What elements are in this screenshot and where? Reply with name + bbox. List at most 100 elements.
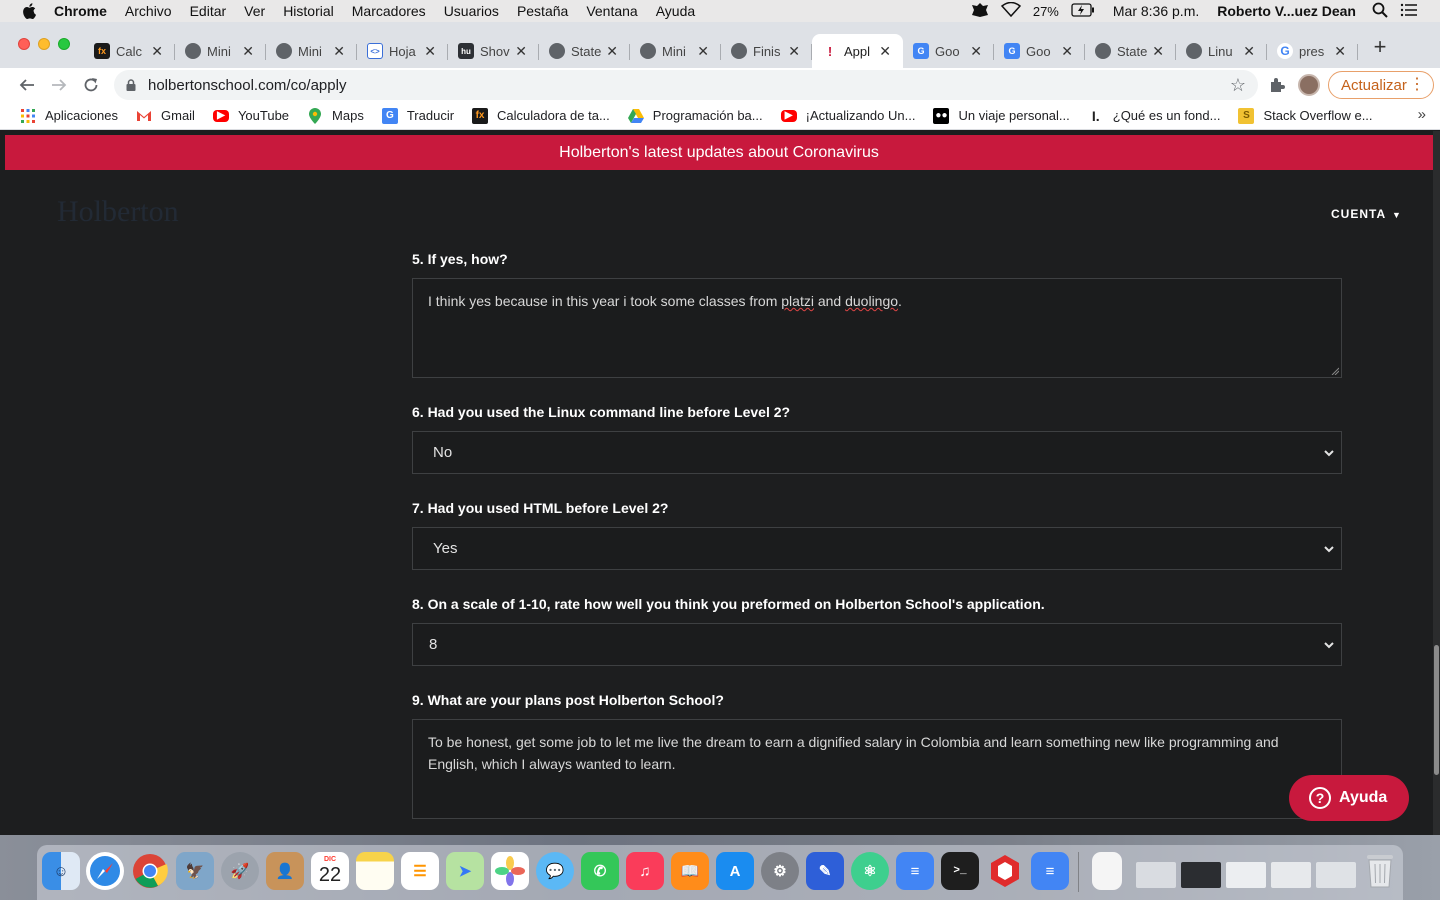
back-button[interactable] — [16, 74, 38, 96]
trash-icon[interactable] — [1361, 852, 1399, 890]
account-menu[interactable]: CUENTA ▼ — [1331, 207, 1402, 221]
resize-handle-icon[interactable] — [1331, 367, 1339, 375]
profile-avatar[interactable] — [1298, 74, 1320, 96]
address-bar[interactable]: holbertonschool.com/co/apply ☆ — [114, 70, 1258, 100]
close-tab-icon[interactable]: ✕ — [424, 43, 436, 60]
status-app-icon[interactable] — [971, 2, 989, 21]
tab-shov[interactable]: hu Shov ✕ — [448, 36, 539, 66]
menu-usuarios[interactable]: Usuarios — [444, 3, 499, 19]
tab-state-1[interactable]: State ✕ — [539, 36, 630, 66]
menu-pestana[interactable]: Pestaña — [517, 3, 568, 19]
update-chrome-button[interactable]: Actualizar ⋮ — [1328, 71, 1434, 99]
google-docs-icon-2[interactable]: ≡ — [1031, 852, 1069, 890]
q7-select[interactable]: Yes — [412, 527, 1342, 570]
close-tab-icon[interactable]: ✕ — [333, 43, 345, 60]
calendar-icon[interactable]: DIC 22 — [311, 852, 349, 890]
menu-historial[interactable]: Historial — [283, 3, 334, 19]
screenshot-thumbnail-5[interactable] — [1316, 862, 1356, 888]
battery-icon[interactable] — [1071, 2, 1095, 20]
window-minimize-button[interactable] — [38, 38, 50, 50]
bookmark-gmail[interactable]: Gmail — [136, 108, 195, 124]
close-tab-icon[interactable]: ✕ — [1152, 43, 1164, 60]
menu-app-name[interactable]: Chrome — [54, 3, 107, 19]
google-docs-icon[interactable]: ≡ — [896, 852, 934, 890]
close-tab-icon[interactable]: ✕ — [1243, 43, 1255, 60]
facetime-icon[interactable]: ✆ — [581, 852, 619, 890]
tab-apply[interactable]: ǃ Appl ✕ — [812, 34, 903, 68]
close-tab-icon[interactable]: ✕ — [970, 43, 982, 60]
screenshot-thumbnail-3[interactable] — [1226, 862, 1266, 888]
q6-select[interactable]: No — [412, 431, 1342, 474]
q9-textarea[interactable]: To be honest, get some job to let me liv… — [412, 719, 1342, 819]
tab-goo-2[interactable]: G Goo ✕ — [994, 36, 1085, 66]
close-tab-icon[interactable]: ✕ — [1334, 43, 1346, 60]
preview-icon[interactable]: 🦅 — [176, 852, 214, 890]
photos-icon[interactable] — [491, 852, 529, 890]
notes-icon[interactable] — [356, 852, 394, 890]
system-preferences-icon[interactable]: ⚙ — [761, 852, 799, 890]
bookmark-calculadora[interactable]: fx Calculadora de ta... — [472, 107, 610, 124]
q5-textarea[interactable]: I think yes because in this year i took … — [412, 278, 1342, 378]
menu-ayuda[interactable]: Ayuda — [656, 3, 695, 19]
site-logo[interactable]: Holberton — [57, 195, 179, 229]
menu-marcadores[interactable]: Marcadores — [352, 3, 426, 19]
messages-icon[interactable]: 💬 — [536, 852, 574, 890]
menu-user[interactable]: Roberto V...uez Dean — [1217, 3, 1356, 19]
bookmark-actualizando[interactable]: ▶ ¡Actualizando Un... — [780, 108, 915, 123]
menu-clock[interactable]: Mar 8:36 p.m. — [1113, 3, 1199, 19]
launchpad-icon[interactable]: 🚀 — [221, 852, 259, 890]
tab-linu[interactable]: Linu ✕ — [1176, 36, 1267, 66]
atom-icon[interactable]: ⚛ — [851, 852, 889, 890]
tab-finis[interactable]: Finis ✕ — [721, 36, 812, 66]
close-tab-icon[interactable]: ✕ — [788, 43, 800, 60]
music-icon[interactable]: ♫ — [626, 852, 664, 890]
chrome-icon[interactable] — [131, 852, 169, 890]
app-store-icon[interactable]: A — [716, 852, 754, 890]
document-icon[interactable] — [1092, 852, 1122, 890]
more-vert-icon[interactable]: ⋮ — [1409, 76, 1425, 94]
close-tab-icon[interactable]: ✕ — [1061, 43, 1073, 60]
tab-calc[interactable]: fx Calc ✕ — [84, 36, 175, 66]
bookmark-programacion[interactable]: Programación ba... — [627, 108, 763, 124]
coronavirus-banner[interactable]: Holberton's latest updates about Coronav… — [5, 135, 1433, 170]
control-center-icon[interactable] — [1400, 3, 1418, 20]
finder-icon[interactable]: ☺ — [42, 852, 80, 890]
safari-icon[interactable] — [86, 852, 124, 890]
reminders-icon[interactable]: ☰ — [401, 852, 439, 890]
close-tab-icon[interactable]: ✕ — [242, 43, 254, 60]
bookmark-fondo[interactable]: I. ¿Qué es un fond... — [1088, 108, 1221, 124]
bookmark-star-icon[interactable]: ☆ — [1230, 75, 1246, 96]
extensions-puzzle-icon[interactable] — [1268, 76, 1286, 94]
tab-pres[interactable]: Gpres ✕ — [1267, 36, 1358, 66]
menu-ventana[interactable]: Ventana — [586, 3, 637, 19]
menu-editar[interactable]: Editar — [190, 3, 227, 19]
forward-button[interactable] — [48, 74, 70, 96]
spotlight-search-icon[interactable] — [1372, 2, 1388, 21]
tab-mini-3[interactable]: Mini ✕ — [630, 36, 721, 66]
xcode-instruments-icon[interactable]: ✎ — [806, 852, 844, 890]
screenshot-thumbnail-2[interactable] — [1181, 862, 1221, 888]
tab-hoja[interactable]: <> Hoja ✕ — [357, 36, 448, 66]
bookmark-aplicaciones[interactable]: Aplicaciones — [20, 108, 118, 124]
page-scrollbar[interactable] — [1433, 131, 1440, 835]
close-tab-icon[interactable]: ✕ — [606, 43, 618, 60]
maps-app-icon[interactable]: ➤ — [446, 852, 484, 890]
red-hexagon-app-icon[interactable] — [986, 852, 1024, 890]
apple-menu-icon[interactable] — [20, 3, 38, 19]
window-close-button[interactable] — [18, 38, 30, 50]
close-tab-icon[interactable]: ✕ — [879, 43, 891, 60]
bookmark-stackoverflow[interactable]: S Stack Overflow e... — [1238, 107, 1373, 124]
contacts-icon[interactable]: 👤 — [266, 852, 304, 890]
bookmark-traducir[interactable]: G Traducir — [381, 107, 454, 124]
bookmark-youtube[interactable]: ▶ YouTube — [212, 108, 289, 123]
tab-goo-1[interactable]: G Goo ✕ — [903, 36, 994, 66]
close-tab-icon[interactable]: ✕ — [515, 43, 527, 60]
new-tab-button[interactable]: + — [1370, 36, 1390, 58]
bookmark-viaje[interactable]: ●● Un viaje personal... — [933, 107, 1070, 124]
help-button[interactable]: ? Ayuda — [1289, 775, 1409, 821]
reload-button[interactable] — [80, 74, 102, 96]
tab-mini-1[interactable]: Mini ✕ — [175, 36, 266, 66]
bookmarks-overflow-icon[interactable]: » — [1418, 106, 1426, 123]
scrollbar-thumb[interactable] — [1434, 645, 1439, 775]
screenshot-thumbnail-1[interactable] — [1136, 862, 1176, 888]
